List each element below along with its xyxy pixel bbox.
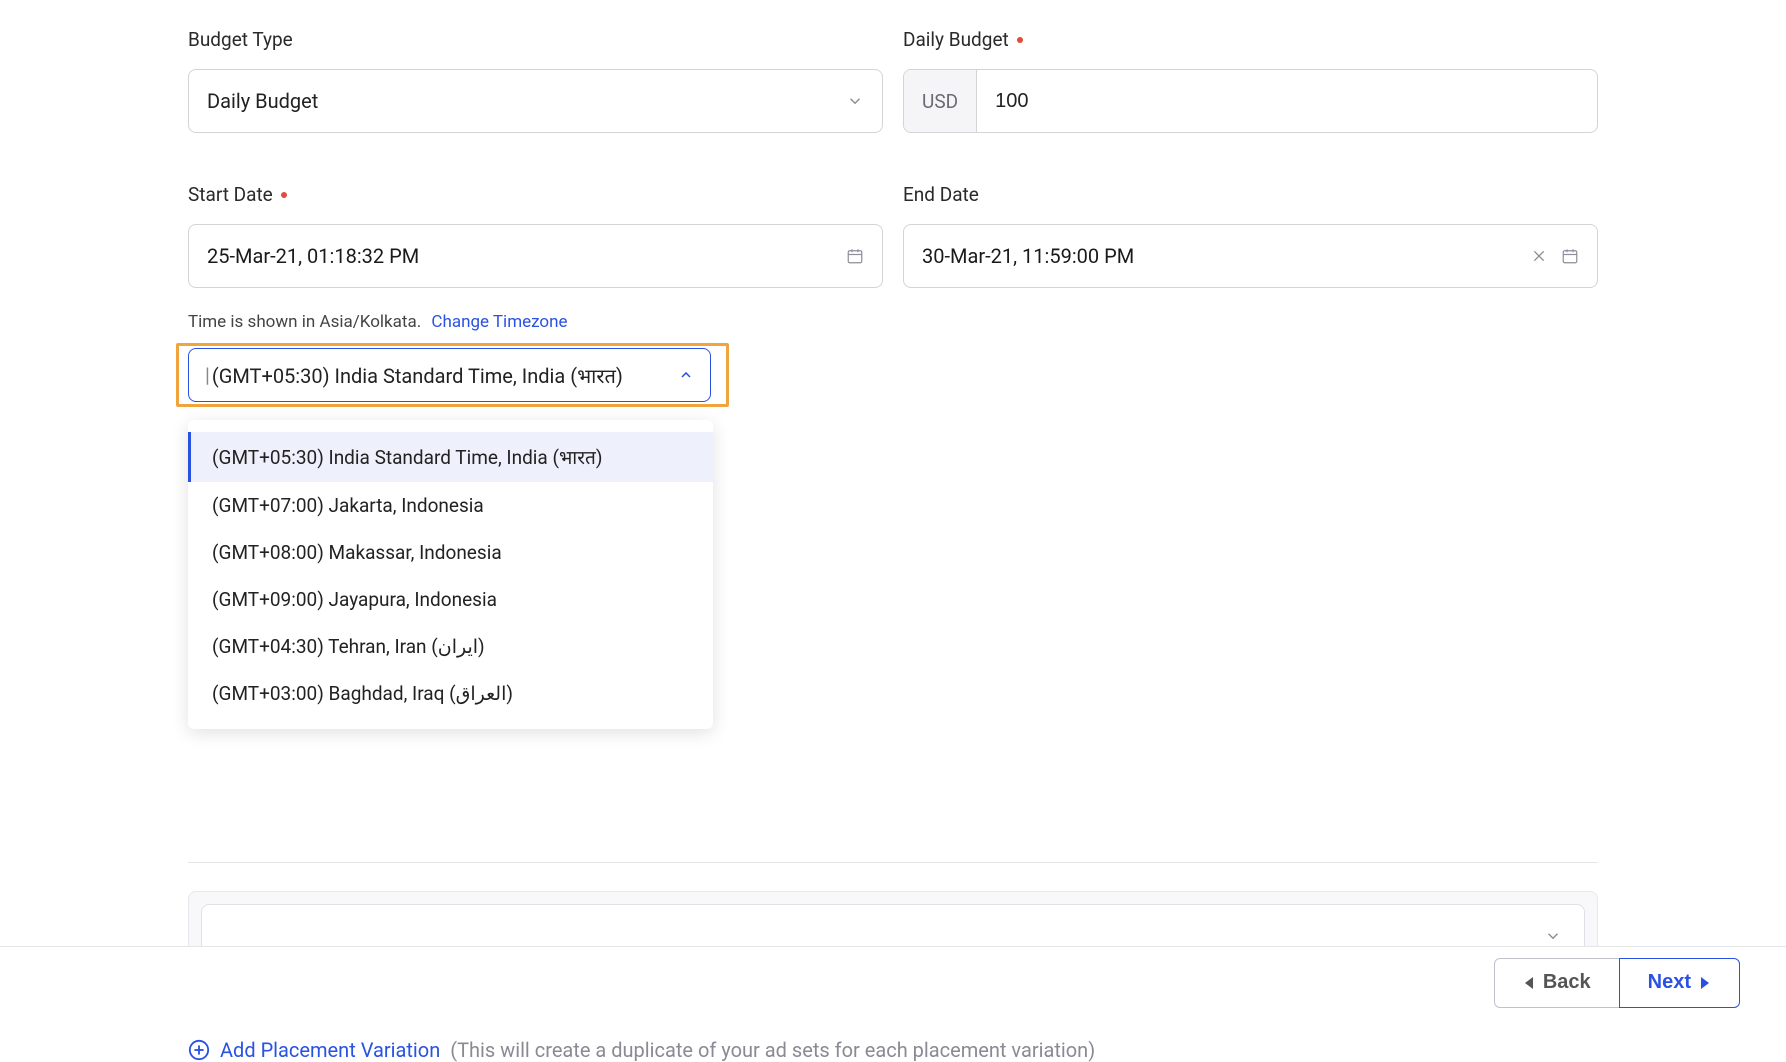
start-date-field: Start Date 25-Mar-21, 01:18:32 PM [188, 183, 883, 288]
chevron-down-icon [846, 92, 864, 110]
end-date-label-text: End Date [903, 183, 979, 206]
next-button-label: Next [1648, 971, 1691, 994]
timezone-note: Time is shown in Asia/Kolkata. Change Ti… [188, 312, 1598, 332]
change-timezone-link[interactable]: Change Timezone [431, 312, 567, 332]
budget-type-label: Budget Type [188, 28, 883, 51]
budget-type-label-text: Budget Type [188, 28, 293, 51]
footer-bar: Back Next [0, 946, 1786, 1018]
timezone-option[interactable]: (GMT+07:00) Jakarta, Indonesia [188, 482, 713, 529]
timezone-selected-value: (GMT+05:30) India Standard Time, India (… [212, 362, 623, 389]
divider [188, 862, 1598, 863]
daily-budget-label-text: Daily Budget [903, 28, 1009, 51]
daily-budget-input[interactable] [977, 70, 1597, 132]
end-date-label: End Date [903, 183, 1598, 206]
daily-budget-input-wrap: USD [903, 69, 1598, 133]
calendar-icon [1561, 247, 1579, 265]
end-date-input[interactable]: 30-Mar-21, 11:59:00 PM [903, 224, 1598, 288]
chevron-up-icon [678, 367, 694, 383]
currency-prefix: USD [904, 70, 977, 132]
timezone-option[interactable]: (GMT+05:30) India Standard Time, India (… [188, 432, 713, 482]
calendar-icon [846, 247, 864, 265]
timezone-select-wrap: | (GMT+05:30) India Standard Time, India… [188, 348, 711, 402]
back-button[interactable]: Back [1494, 958, 1620, 1008]
back-button-label: Back [1543, 971, 1591, 994]
add-placement-row: Add Placement Variation (This will creat… [188, 1038, 1598, 1062]
timezone-option[interactable]: (GMT+09:00) Jayapura, Indonesia [188, 576, 713, 623]
budget-type-select[interactable]: Daily Budget [188, 69, 883, 133]
triangle-left-icon [1523, 976, 1535, 990]
text-cursor: | [205, 363, 210, 387]
add-placement-hint: (This will create a duplicate of your ad… [450, 1038, 1095, 1062]
timezone-select[interactable]: | (GMT+05:30) India Standard Time, India… [188, 348, 711, 402]
next-button[interactable]: Next [1619, 958, 1740, 1008]
end-date-field: End Date 30-Mar-21, 11:59:00 PM [903, 183, 1598, 288]
timezone-note-text: Time is shown in Asia/Kolkata. [188, 312, 421, 332]
plus-circle-icon [188, 1039, 210, 1061]
timezone-dropdown: (GMT+05:30) India Standard Time, India (… [188, 420, 713, 729]
start-date-input[interactable]: 25-Mar-21, 01:18:32 PM [188, 224, 883, 288]
timezone-option[interactable]: (GMT+03:00) Baghdad, Iraq (العراق) [188, 670, 713, 717]
budget-type-field: Budget Type Daily Budget [188, 28, 883, 133]
chevron-down-icon [1544, 927, 1562, 945]
daily-budget-label: Daily Budget [903, 28, 1598, 51]
timezone-option[interactable]: (GMT+08:00) Makassar, Indonesia [188, 529, 713, 576]
start-date-label-text: Start Date [188, 183, 273, 206]
add-placement-text: Add Placement Variation [220, 1038, 440, 1062]
end-date-value: 30-Mar-21, 11:59:00 PM [922, 244, 1531, 268]
timezone-option[interactable]: (GMT+04:30) Tehran, Iran (ایران) [188, 623, 713, 670]
clear-icon[interactable] [1531, 248, 1547, 264]
add-placement-link[interactable]: Add Placement Variation [188, 1038, 440, 1062]
required-indicator [1017, 37, 1023, 43]
required-indicator [281, 192, 287, 198]
budget-type-value: Daily Budget [207, 89, 318, 113]
start-date-label: Start Date [188, 183, 883, 206]
triangle-right-icon [1699, 976, 1711, 990]
daily-budget-field: Daily Budget USD [903, 28, 1598, 133]
start-date-value: 25-Mar-21, 01:18:32 PM [207, 244, 846, 268]
